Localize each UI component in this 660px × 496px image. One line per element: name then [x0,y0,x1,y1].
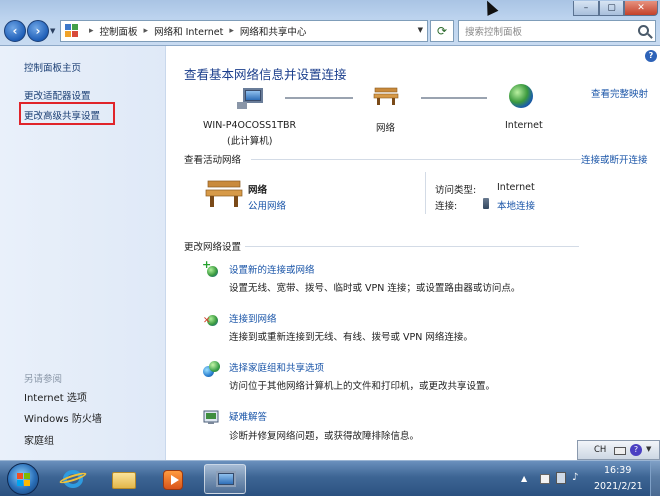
see-also-heading: 另请参阅 [24,374,63,385]
page-title: 查看基本网络信息并设置连接 [184,67,347,82]
taskbar-media-player[interactable] [152,464,194,494]
search-placeholder: 搜索控制面板 [465,27,523,38]
homegroup-icon [203,361,220,377]
tray-network-icon[interactable] [556,472,566,484]
recent-pages-dropdown-icon[interactable]: ▼ [50,27,55,35]
access-type-label: 访问类型: [435,185,477,196]
refresh-button[interactable]: ⟳ [430,20,454,42]
breadcrumb-control-panel[interactable]: 控制面板 [100,24,138,38]
divider [251,159,581,160]
task-description: 访问位于其他网络计算机上的文件和打印机，或更改共享设置。 [229,381,496,392]
setup-new-connection-link[interactable]: 设置新的连接或网络 [229,262,315,276]
chevron-down-icon[interactable]: ▼ [418,26,423,34]
access-type-value: Internet [497,182,535,193]
computer-name-label: WIN-P4OCOSS1TBR [203,120,297,131]
breadcrumb-network-sharing-center[interactable]: 网络和共享中心 [240,24,307,38]
language-bar[interactable]: CH ? ▼ [577,440,660,460]
homegroup-link[interactable]: 家庭组 [24,432,54,447]
clock-date[interactable]: 2021/2/21 [594,481,643,492]
window-titlebar: ‹ › ▼ ▸ 控制面板 ▸ 网络和 Internet ▸ 网络和共享中心 ▼ … [0,0,660,46]
play-icon [171,475,179,485]
taskbar-internet-explorer[interactable] [52,464,94,494]
chevron-down-icon[interactable]: ▼ [646,445,651,453]
breadcrumb-network-internet[interactable]: 网络和 Internet [154,24,223,38]
screen-icon [219,474,233,484]
internet-globe-icon [509,84,533,108]
connection-line [285,97,353,99]
back-button[interactable]: ‹ [4,20,26,42]
highlight-box [19,102,115,125]
keyboard-icon[interactable] [614,447,626,455]
minimize-button[interactable]: – [573,1,599,16]
internet-options-link[interactable]: Internet 选项 [24,389,87,404]
chevron-right-icon[interactable]: ▸ [229,26,234,36]
network-bench-icon [205,180,243,207]
taskbar-file-explorer[interactable] [103,464,145,494]
folder-icon [112,472,136,489]
divider [425,172,426,214]
help-icon[interactable]: ? [645,50,657,62]
task-description: 设置无线、宽带、拨号、临时或 VPN 连接；或设置路由器或访问点。 [229,283,521,294]
see-full-map-link[interactable]: 查看完整映射 [591,86,648,100]
left-pane: 控制面板主页 更改适配器设置 更改高级共享设置 另请参阅 Internet 选项… [0,46,166,460]
connect-disconnect-link[interactable]: 连接或断开连接 [581,152,648,166]
this-computer-label: (此计算机) [227,136,273,147]
control-panel-icon [65,24,79,38]
local-connection-link[interactable]: 本地连接 [497,198,535,212]
search-icon[interactable] [638,25,649,36]
network-bench-icon [373,87,399,105]
maximize-button[interactable]: ▢ [599,1,624,16]
troubleshoot-link[interactable]: 疑难解答 [229,409,267,423]
internet-label: Internet [505,120,543,131]
task-description: 连接到或重新连接到无线、有线、拨号或 VPN 网络连接。 [229,332,473,343]
new-connection-icon: + [202,258,219,278]
show-desktop-button[interactable] [650,461,660,496]
active-network-name: 网络 [248,185,268,196]
divider [245,246,579,247]
ethernet-icon [483,198,489,209]
taskbar-network-center[interactable] [204,464,246,494]
connection-line [421,97,487,99]
troubleshoot-icon [203,410,219,424]
action-center-flag-icon[interactable] [540,474,550,484]
active-networks-heading: 查看活动网络 [184,155,242,166]
change-adapter-settings-link[interactable]: 更改适配器设置 [24,88,91,102]
connections-label: 连接: [435,201,458,212]
address-bar[interactable]: ▸ 控制面板 ▸ 网络和 Internet ▸ 网络和共享中心 ▼ [60,20,428,42]
connect-to-network-link[interactable]: 连接到网络 [229,311,277,325]
language-code[interactable]: CH [594,445,606,455]
task-description: 诊断并修复网络问题，或获得故障排除信息。 [229,431,420,442]
forward-button[interactable]: › [27,20,49,42]
change-network-settings-heading: 更改网络设置 [184,242,242,253]
homegroup-sharing-options-link[interactable]: 选择家庭组和共享选项 [229,360,324,374]
connect-network-icon: ✕ [203,312,219,328]
show-hidden-icons-icon[interactable]: ▲ [521,474,527,483]
close-button[interactable]: ✕ [624,1,658,16]
taskbar: ▲ ♪ 16:39 2021/2/21 [0,460,660,496]
chevron-right-icon[interactable]: ▸ [144,26,149,36]
search-input[interactable]: 搜索控制面板 [458,20,656,42]
network-label: 网络 [376,123,396,134]
help-icon[interactable]: ? [630,444,642,456]
chevron-right-icon: ▸ [89,26,94,36]
control-panel-home-link[interactable]: 控制面板主页 [24,60,81,74]
windows-logo-icon [17,473,31,487]
network-type-link[interactable]: 公用网络 [248,198,286,212]
start-button[interactable] [7,463,39,495]
computer-icon [237,86,263,109]
volume-icon[interactable]: ♪ [572,472,584,484]
clock-time[interactable]: 16:39 [604,465,631,476]
main-content: ? 查看基本网络信息并设置连接 查看完整映射 WIN-P4OCOSS1TBR (… [167,46,660,460]
windows-firewall-link[interactable]: Windows 防火墙 [24,410,102,425]
mouse-cursor-icon [481,0,499,16]
